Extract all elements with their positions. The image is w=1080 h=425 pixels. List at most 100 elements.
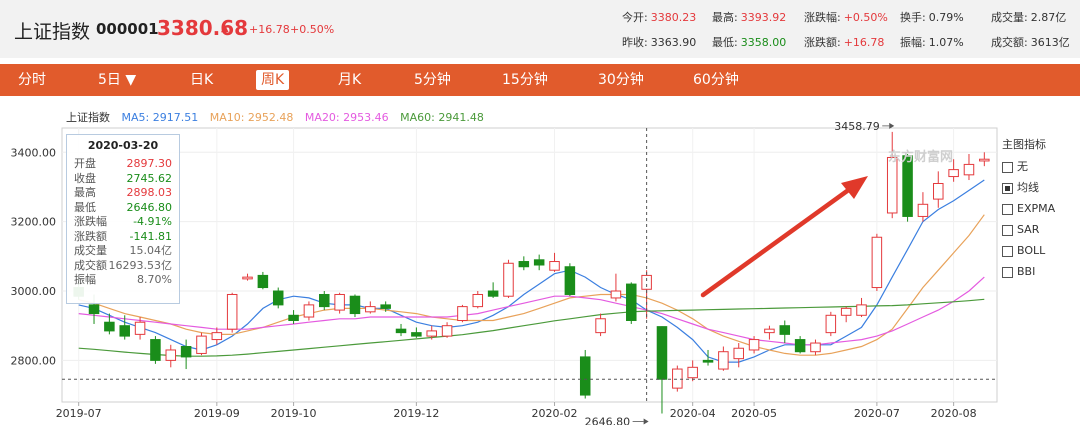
legend-ma10: MA10: 2952.48	[209, 111, 294, 124]
candle-body	[718, 351, 729, 370]
tooltip-label: 最低	[74, 200, 96, 214]
tab-7[interactable]: 30分钟	[598, 64, 644, 96]
legend-ma5: MA5: 2917.51	[121, 111, 199, 124]
x-tick-label: 2020-08	[931, 407, 977, 420]
tab-1[interactable]: 5日 ▼	[98, 64, 136, 96]
tooltip-row: 成交量 15.04亿	[67, 244, 179, 259]
candle-tooltip: 2020-03-20 开盘 2897.30 收盘 2745.62 最高 2898.03 最低…	[66, 134, 180, 304]
stat-label: 振幅:	[900, 36, 926, 49]
indicator-option-label: 均线	[1017, 181, 1039, 194]
stat-label: 涨跌额:	[804, 36, 841, 49]
checkbox-icon[interactable]	[1002, 267, 1013, 278]
stat-label: 涨跌幅:	[804, 11, 841, 24]
tab-0[interactable]: 分时	[18, 64, 46, 96]
period-tab-bar: 分时 5日 ▼ 日K 周K 月K 5分钟 15分钟 30分钟 60分钟	[0, 64, 1080, 96]
tab-4[interactable]: 月K	[338, 64, 361, 96]
indicator-option[interactable]: SAR	[1002, 224, 1055, 245]
tab-2[interactable]: 日K	[190, 64, 213, 96]
stat-item: 涨跌额: +16.78	[804, 34, 884, 50]
candle-body	[503, 262, 514, 297]
candle-body	[764, 328, 775, 334]
tooltip-label: 最高	[74, 186, 96, 199]
x-tick-label: 2020-04	[670, 407, 716, 420]
candle-body	[242, 276, 253, 280]
candle-body	[794, 339, 806, 353]
stat-label: 成交量:	[991, 11, 1028, 24]
indicator-option[interactable]: 均线	[1002, 182, 1055, 203]
checkbox-icon[interactable]	[1002, 162, 1013, 173]
tooltip-label: 振幅	[74, 273, 96, 286]
tooltip-row: 振幅 8.70%	[67, 273, 179, 288]
candle-body	[533, 259, 545, 266]
stock-chart-app: 上证指数 000001 3380.68 ▲ +16.78 +0.50% 今开: 3…	[0, 0, 1080, 425]
quote-header: 上证指数 000001 3380.68 ▲ +16.78 +0.50% 今开: 3…	[0, 0, 1080, 58]
stat-label: 最高:	[712, 11, 738, 24]
candle-body	[886, 156, 898, 214]
stat-value: +16.78	[843, 36, 885, 49]
index-name: 上证指数	[14, 21, 91, 43]
tooltip-row: 收盘 2745.62	[67, 172, 179, 187]
indicator-option[interactable]: 无	[1002, 161, 1055, 182]
stat-item: 成交额: 3613亿	[991, 34, 1070, 50]
candle-body	[610, 290, 622, 299]
y-tick-label: 2800.00	[11, 354, 57, 367]
plot-frame	[61, 127, 998, 403]
candle-body	[165, 349, 177, 361]
candle-body	[933, 182, 944, 200]
stat-item: 今开: 3380.23	[622, 9, 696, 25]
tooltip-value: 2898.03	[126, 186, 173, 199]
checkbox-icon[interactable]	[1002, 225, 1013, 236]
candle-body	[441, 325, 453, 337]
candle-body	[211, 332, 223, 341]
indicator-option-label: EXPMA	[1017, 202, 1056, 215]
tooltip-row: 涨跌幅 -4.91%	[67, 215, 179, 230]
stat-item: 昨收: 3363.90	[622, 34, 696, 50]
x-tick-label: 2019-12	[393, 407, 439, 420]
checkbox-checked-icon[interactable]	[1002, 183, 1013, 194]
stat-value: 3358.00	[740, 36, 787, 49]
tooltip-row: 最高 2898.03	[67, 186, 179, 201]
index-code: 000001	[96, 20, 159, 38]
tooltip-label: 成交量	[74, 244, 107, 257]
index-change: +16.78	[249, 23, 290, 36]
candle-body	[518, 261, 530, 268]
stat-item: 换手: 0.79%	[900, 9, 964, 25]
candle-body	[457, 306, 468, 321]
indicator-option[interactable]: BBI	[1002, 266, 1055, 287]
tab-3[interactable]: 周K	[256, 70, 290, 90]
annotation-label: 2646.80	[585, 416, 631, 425]
candle-body	[196, 335, 207, 354]
tooltip-value: 2745.62	[126, 171, 173, 185]
tooltip-label: 开盘	[74, 157, 96, 170]
candle-body	[871, 236, 883, 289]
tooltip-row: 成交额 16293.53亿	[67, 259, 179, 274]
candle-body	[411, 332, 422, 337]
stat-value: 3380.23	[650, 11, 697, 24]
annotation-label: 3458.79	[834, 120, 880, 133]
candle-body	[104, 321, 115, 332]
stat-item: 最高: 3393.92	[712, 9, 786, 25]
indicator-option[interactable]: EXPMA	[1002, 203, 1055, 224]
candle-body	[426, 330, 437, 337]
checkbox-icon[interactable]	[1002, 246, 1013, 257]
indicator-option-label: BOLL	[1017, 244, 1046, 257]
annotation-arrowhead-icon	[643, 418, 649, 425]
candle-body	[672, 368, 683, 389]
candle-body	[288, 314, 299, 321]
candle-body	[687, 366, 698, 379]
stat-value: 3363.90	[650, 36, 697, 49]
checkbox-icon[interactable]	[1002, 204, 1013, 215]
tab-8[interactable]: 60分钟	[693, 64, 739, 96]
candle-body	[626, 283, 637, 321]
tab-5[interactable]: 5分钟	[414, 64, 451, 96]
candle-body	[257, 274, 269, 289]
x-tick-label: 2020-02	[532, 407, 578, 420]
indicator-option[interactable]: BOLL	[1002, 245, 1055, 266]
stat-label: 今开:	[622, 11, 648, 24]
tooltip-value: 16293.53亿	[108, 258, 173, 272]
indicator-panel: 主图指标 无均线 EXPMA SAR BOLL BBI	[1002, 136, 1055, 287]
tab-6[interactable]: 15分钟	[502, 64, 548, 96]
tooltip-label: 涨跌额	[74, 229, 107, 243]
tooltip-row: 涨跌额 -141.81	[67, 230, 179, 245]
candle-body	[579, 356, 591, 396]
